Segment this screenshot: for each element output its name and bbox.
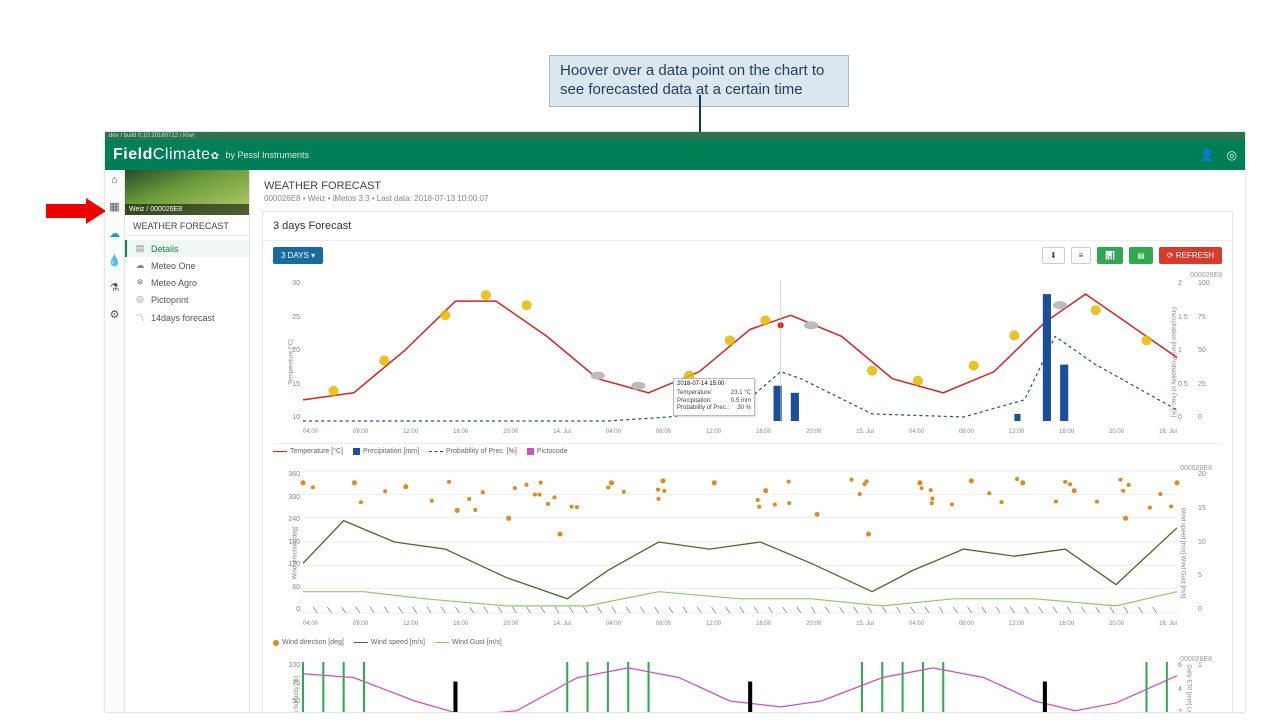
- precip-bar: [791, 393, 799, 421]
- side-title: WEATHER FORECAST: [125, 215, 249, 236]
- wind-gust-line: [303, 521, 1177, 599]
- dev-build-bar: dev / build 0.10.20180712 / Kiwi: [105, 132, 1245, 140]
- side-item-14days-forecast[interactable]: 〽 14days forecast: [125, 308, 249, 327]
- page-title: WEATHER FORECAST: [250, 170, 1245, 194]
- tutorial-red-arrow: [46, 198, 106, 224]
- header-bar: FieldClimate✿ by Pessl Instruments 👤 ◎: [105, 140, 1245, 170]
- side-item-icon: 〽: [135, 311, 145, 324]
- side-item-icon: ❄: [135, 277, 145, 288]
- chart2-y-label-right: Wind speed [m/s] Wind Gust [m/s]: [1180, 508, 1186, 599]
- rail-lab-icon[interactable]: ⚗: [110, 281, 120, 294]
- chart-wind[interactable]: 000026E8 360300240180120600 20151050 Win…: [273, 465, 1222, 635]
- station-thumb[interactable]: Weiz / 000026E8: [125, 170, 249, 215]
- table-green-button[interactable]: ▤: [1129, 247, 1153, 264]
- download-button[interactable]: ⬇: [1042, 247, 1065, 264]
- brand-byline: by Pessl Instruments: [225, 150, 309, 160]
- station-thumb-caption: Weiz / 000026E8: [125, 204, 249, 215]
- main-content: WEATHER FORECAST 000026E8 • Weiz • iMeto…: [250, 170, 1245, 712]
- side-item-label: Pictoprint: [151, 295, 189, 305]
- side-item-meteo-one[interactable]: ☁ Meteo One: [125, 257, 249, 274]
- chart-humidity[interactable]: 000026E8 1007550250 6420 1 Relative humi…: [273, 656, 1222, 712]
- wind-speed-line: [303, 592, 1177, 606]
- chart3-y-label-left: Relative humidity [%]: [294, 676, 300, 712]
- rail-grid-icon[interactable]: ▦: [109, 200, 119, 213]
- range-dropdown[interactable]: 3 DAYS ▾: [273, 247, 323, 264]
- chart1-legend: Temperature [°C]Precipitation [mm]Probab…: [263, 446, 1232, 461]
- app-window: dev / build 0.10.20180712 / Kiwi FieldCl…: [105, 132, 1245, 712]
- panel-toolbar: 3 DAYS ▾ ⬇ ≡ 📊 ▤ ⟳ REFRESH: [263, 241, 1232, 270]
- side-item-meteo-agro[interactable]: ❄ Meteo Agro: [125, 274, 249, 291]
- precip-bar: [1014, 414, 1020, 421]
- chart1-y-label-left: Temperature [°C]: [289, 339, 295, 384]
- side-panel: Weiz / 000026E8 WEATHER FORECAST ▤ Detail…: [125, 170, 250, 712]
- side-item-pictoprint[interactable]: ◎ Pictoprint: [125, 291, 249, 308]
- rail-home-icon[interactable]: ⌂: [111, 174, 118, 186]
- chart-tooltip: 2018-07-14 15:00 Temperature:23.1 °C Pre…: [673, 378, 755, 416]
- chart-temp-precip[interactable]: 000026E8 3025201510 21.510.50 1007550250…: [273, 274, 1222, 444]
- app-logo: FieldClimate✿: [113, 146, 219, 164]
- precip-bar: [1043, 294, 1051, 421]
- chart3-y-label-right: Daily ET0 [mm] Leaf Wetness: [1185, 664, 1191, 712]
- panel-title: 3 days Forecast: [263, 212, 1232, 241]
- chart2-y-label-left: Wind direction [deg]: [293, 526, 299, 579]
- side-item-icon: ▤: [135, 243, 145, 254]
- side-item-label: 14days forecast: [151, 313, 215, 323]
- side-item-label: Details: [151, 244, 179, 254]
- precip-bar: [1060, 365, 1068, 421]
- side-item-icon: ◎: [135, 294, 145, 305]
- side-item-label: Meteo One: [151, 261, 196, 271]
- page-subtitle: 000026E8 • Weiz • iMetos 3.3 • Last data…: [250, 194, 1245, 211]
- chart-green-button[interactable]: 📊: [1097, 247, 1123, 264]
- radio-icon[interactable]: ◎: [1227, 148, 1237, 162]
- rail-droplet-icon[interactable]: 💧: [108, 254, 122, 267]
- side-item-label: Meteo Agro: [151, 278, 197, 288]
- side-item-icon: ☁: [135, 260, 145, 271]
- chart1-station-tag: 000026E8: [1190, 272, 1222, 279]
- rail-forecast-icon[interactable]: ☁: [109, 227, 120, 240]
- forecast-panel: 3 days Forecast 3 DAYS ▾ ⬇ ≡ 📊 ▤ ⟳ REFRE…: [262, 211, 1233, 712]
- nav-rail: ⌂ ▦ ☁ 💧 ⚗ ⚙: [105, 170, 125, 712]
- list-button[interactable]: ≡: [1071, 247, 1092, 264]
- chart2-legend: Wind direction [deg]Wind speed [m/s]Wind…: [263, 637, 1232, 652]
- refresh-button[interactable]: ⟳ REFRESH: [1159, 247, 1222, 264]
- user-icon[interactable]: 👤: [1200, 148, 1215, 162]
- side-item-details[interactable]: ▤ Details: [125, 240, 249, 257]
- rail-settings-icon[interactable]: ⚙: [110, 308, 120, 321]
